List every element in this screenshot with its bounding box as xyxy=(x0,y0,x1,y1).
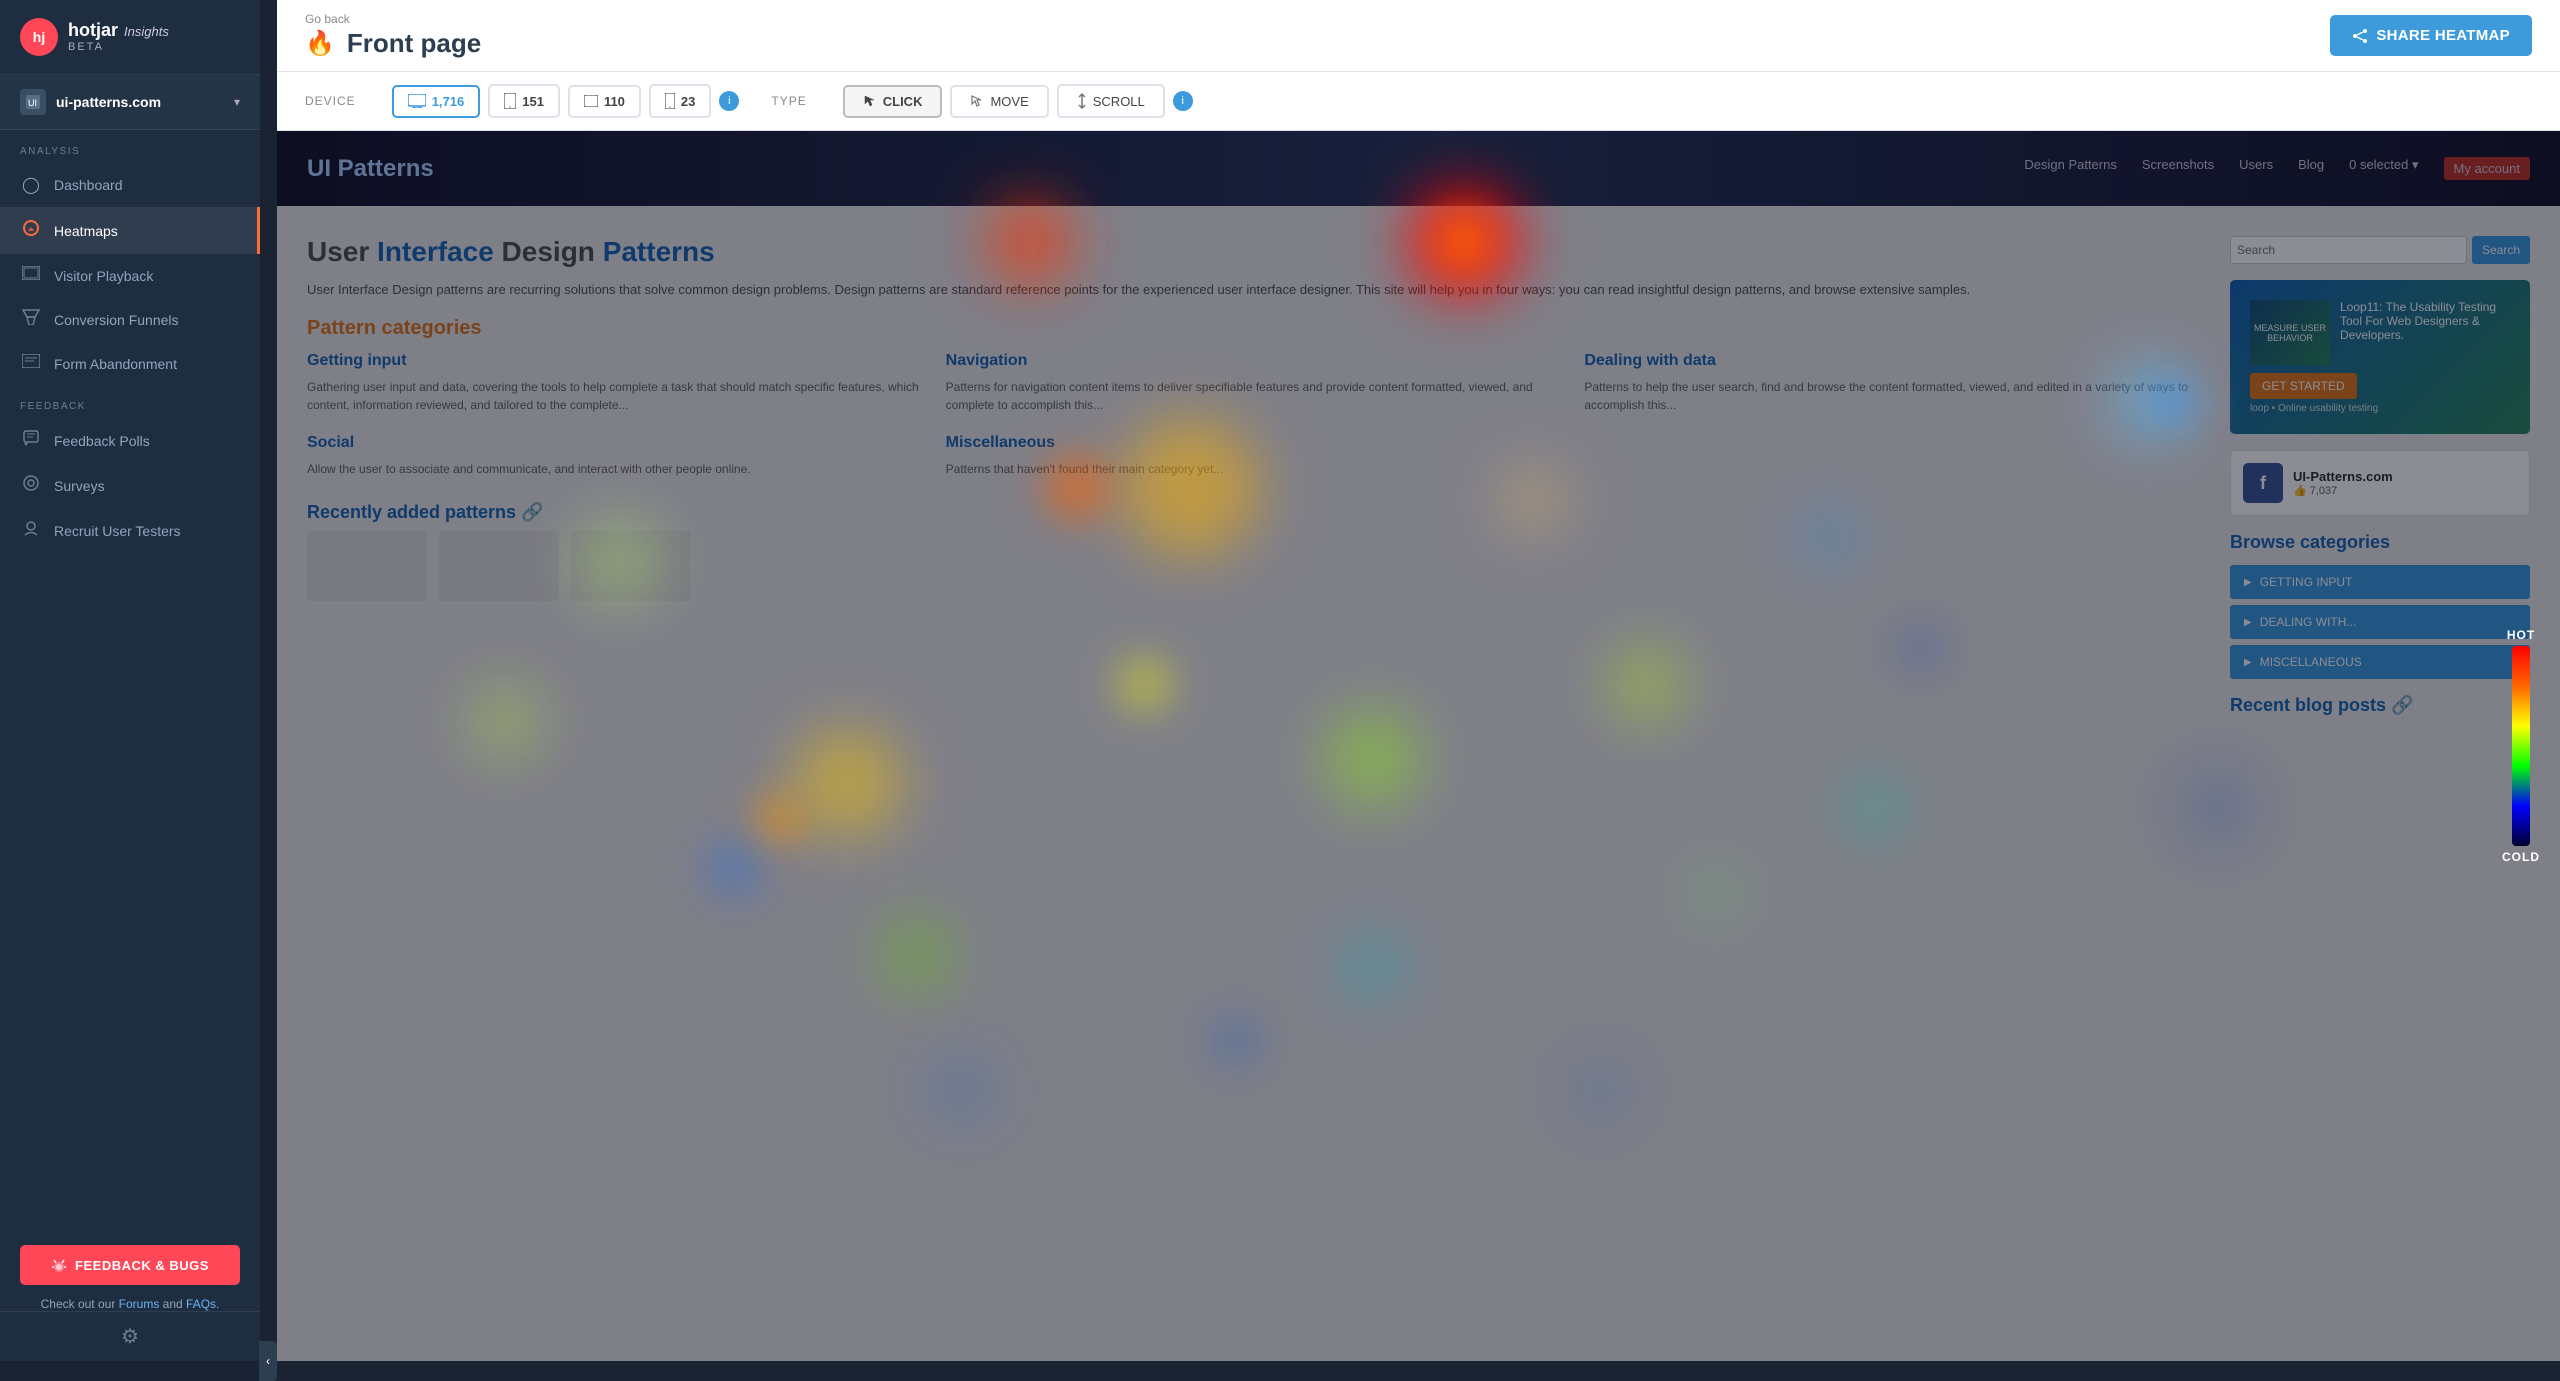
device-desktop-btn[interactable]: 1,716 xyxy=(392,85,481,118)
controls-bar: DEVICE 1,716 151 110 23 i TYPE xyxy=(277,72,2560,131)
surveys-icon xyxy=(20,475,42,496)
sidebar-item-dashboard[interactable]: ◯ Dashboard xyxy=(0,163,260,207)
type-move-label: MOVE xyxy=(990,94,1028,109)
mobile-icon xyxy=(665,93,675,109)
logo-icon: hj xyxy=(20,18,58,56)
chevron-down-icon: ▾ xyxy=(234,95,240,109)
mobile-count: 23 xyxy=(681,94,695,109)
tablet-sm-icon xyxy=(584,95,598,107)
type-scroll-label: SCROLL xyxy=(1093,94,1145,109)
scale-bar xyxy=(2512,646,2530,846)
sidebar: hj hotjar Insights BETA UI ui-patterns.c… xyxy=(0,0,260,1361)
svg-text:UI: UI xyxy=(28,98,37,108)
heatmaps-icon xyxy=(20,219,42,242)
device-mobile-btn[interactable]: 23 xyxy=(649,84,711,118)
tablet-sm-count: 110 xyxy=(604,94,625,109)
share-heatmap-label: SHARE HEATMAP xyxy=(2376,27,2510,44)
main-content: Go back 🔥 Front page SHARE HEATMAP DEVIC… xyxy=(277,0,2560,1361)
recruit-icon xyxy=(20,520,42,541)
hot-label: HOT xyxy=(2507,628,2535,642)
type-click-btn[interactable]: CLICK xyxy=(843,85,943,118)
share-heatmap-button[interactable]: SHARE HEATMAP xyxy=(2330,15,2532,56)
topbar-left: Go back 🔥 Front page xyxy=(305,12,2330,59)
desktop-count: 1,716 xyxy=(432,94,465,109)
analysis-section-label: ANALYSIS xyxy=(0,130,260,163)
device-controls: 1,716 151 110 23 i xyxy=(392,84,740,118)
sidebar-item-label-form-abandonment: Form Abandonment xyxy=(54,356,177,372)
feedback-bugs-label: FEEDBACK & BUGS xyxy=(75,1258,209,1273)
settings-row: ⚙ xyxy=(0,1311,260,1361)
logo-area: hj hotjar Insights BETA xyxy=(0,0,260,75)
form-abandonment-icon xyxy=(20,354,42,373)
type-move-btn[interactable]: MOVE xyxy=(950,85,1048,118)
conversion-funnels-icon xyxy=(20,309,42,330)
sidebar-item-conversion-funnels[interactable]: Conversion Funnels xyxy=(0,297,260,342)
sidebar-item-label-surveys: Surveys xyxy=(54,478,105,494)
type-label: TYPE xyxy=(771,94,806,108)
device-info-icon[interactable]: i xyxy=(719,91,739,111)
topbar: Go back 🔥 Front page SHARE HEATMAP xyxy=(277,0,2560,72)
sidebar-item-feedback-polls[interactable]: Feedback Polls xyxy=(0,418,260,463)
sidebar-item-surveys[interactable]: Surveys xyxy=(0,463,260,508)
sidebar-item-heatmaps[interactable]: Heatmaps xyxy=(0,207,260,254)
device-label: DEVICE xyxy=(305,94,356,108)
sidebar-item-recruit-user-testers[interactable]: Recruit User Testers xyxy=(0,508,260,553)
sidebar-item-visitor-playback[interactable]: Visitor Playback xyxy=(0,254,260,297)
tablet-icon xyxy=(504,93,516,109)
bug-icon xyxy=(51,1257,67,1273)
device-tablet-btn[interactable]: 151 xyxy=(488,84,560,118)
sidebar-item-label-dashboard: Dashboard xyxy=(54,177,123,193)
sidebar-item-label-recruit: Recruit User Testers xyxy=(54,523,181,539)
feedback-section-label: FEEDBACK xyxy=(0,385,260,418)
go-back-link[interactable]: Go back xyxy=(305,12,2330,26)
tablet-count: 151 xyxy=(522,94,544,109)
logo-name: hotjar xyxy=(68,21,118,41)
heatmap-scale: HOT COLD xyxy=(2502,628,2540,864)
dashboard-icon: ◯ xyxy=(20,175,42,195)
sidebar-item-label-conversion-funnels: Conversion Funnels xyxy=(54,312,179,328)
site-name: ui-patterns.com xyxy=(56,94,234,110)
desktop-icon xyxy=(408,94,426,108)
device-tablet-sm-btn[interactable]: 110 xyxy=(568,85,641,118)
logo-badge: BETA xyxy=(68,41,169,53)
settings-icon[interactable]: ⚙ xyxy=(121,1324,139,1349)
feedback-polls-icon xyxy=(20,430,42,451)
forums-link[interactable]: Forums xyxy=(119,1297,160,1311)
heatmap-container: UI Patterns Design Patterns Screenshots … xyxy=(277,131,2560,1361)
sidebar-item-label-heatmaps: Heatmaps xyxy=(54,223,118,239)
type-scroll-btn[interactable]: SCROLL xyxy=(1057,84,1165,118)
click-icon xyxy=(863,94,877,108)
heatmap-svg xyxy=(277,131,2560,1361)
scroll-icon xyxy=(1077,93,1087,109)
page-title-row: 🔥 Front page xyxy=(305,28,2330,59)
page-title: Front page xyxy=(347,28,481,59)
share-icon xyxy=(2352,28,2368,44)
sidebar-item-label-visitor-playback: Visitor Playback xyxy=(54,268,153,284)
sidebar-item-label-feedback-polls: Feedback Polls xyxy=(54,433,150,449)
visitor-playback-icon xyxy=(20,266,42,285)
logo-insights: Insights xyxy=(124,24,169,39)
sidebar-item-form-abandonment[interactable]: Form Abandonment xyxy=(0,342,260,385)
type-info-icon[interactable]: i xyxy=(1173,91,1193,111)
site-icon: UI xyxy=(20,89,46,115)
logo-text-block: hotjar Insights BETA xyxy=(68,21,169,53)
cold-label: COLD xyxy=(2502,850,2540,864)
site-selector[interactable]: UI ui-patterns.com ▾ xyxy=(0,75,260,130)
collapse-icon: ‹ xyxy=(266,1354,270,1368)
heatmap-wrapper: UI Patterns Design Patterns Screenshots … xyxy=(277,131,2560,1361)
flame-icon: 🔥 xyxy=(305,29,335,58)
faqs-link[interactable]: FAQs xyxy=(186,1297,216,1311)
type-click-label: CLICK xyxy=(883,94,923,109)
sidebar-footer-links: Check out our Forums and FAQs. xyxy=(20,1297,240,1311)
type-controls: CLICK MOVE SCROLL i xyxy=(843,84,1193,118)
sidebar-collapse-button[interactable]: ‹ xyxy=(259,1341,277,1381)
move-cursor-icon xyxy=(970,94,984,108)
feedback-bugs-button[interactable]: FEEDBACK & BUGS xyxy=(20,1245,240,1285)
